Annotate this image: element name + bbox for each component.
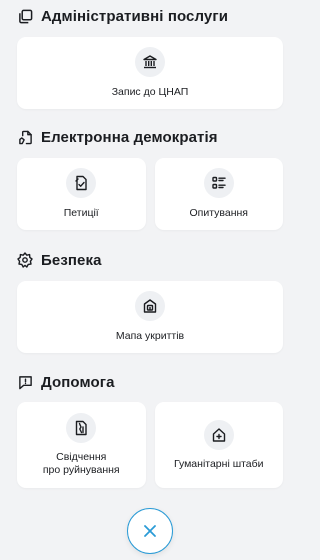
section-header: Електронна демократія xyxy=(17,126,283,148)
card-cnap-appointment[interactable]: Запис до ЦНАП xyxy=(17,37,283,109)
home-plus-icon xyxy=(203,419,234,450)
card-petitions[interactable]: Петиції xyxy=(17,158,146,230)
card-label: Запис до ЦНАП xyxy=(111,86,189,98)
chat-alert-icon xyxy=(17,374,33,390)
shelter-icon xyxy=(135,291,165,321)
card-damage-report[interactable]: Свідчення про руйнування xyxy=(17,402,146,488)
close-button[interactable] xyxy=(127,508,173,554)
card-shelter-map[interactable]: Мапа укриттів xyxy=(17,281,283,353)
section-security: Безпека Мапа укриттів xyxy=(17,249,283,353)
section-title: Адміністративні послуги xyxy=(41,7,229,25)
building-icon xyxy=(135,47,165,77)
section-help: Допомога Свідчення про руйнування Гумані… xyxy=(17,371,283,488)
badge-icon xyxy=(17,252,33,268)
card-label: Мапа укриттів xyxy=(115,330,185,342)
close-icon xyxy=(143,524,157,538)
card-humanitarian-hubs[interactable]: Гуманітарні штаби xyxy=(154,402,283,488)
section-header: Допомога xyxy=(17,371,283,393)
card-surveys[interactable]: Опитування xyxy=(154,158,283,230)
card-label: Опитування xyxy=(189,207,248,219)
survey-list-icon xyxy=(203,168,234,198)
section-header: Адміністративні послуги xyxy=(17,5,283,27)
document-hand-icon xyxy=(17,129,33,145)
damage-report-icon xyxy=(66,413,97,443)
card-label: Свідчення про руйнування xyxy=(42,451,120,476)
card-label: Петиції xyxy=(63,207,99,219)
documents-icon xyxy=(17,8,33,24)
section-header: Безпека xyxy=(17,249,283,271)
card-label: Гуманітарні штаби xyxy=(173,457,264,470)
section-e-democracy: Електронна демократія Петиції Опитування xyxy=(17,126,283,230)
section-admin-services: Адміністративні послуги Запис до ЦНАП xyxy=(17,5,283,109)
section-title: Безпека xyxy=(41,251,102,269)
section-title: Електронна демократія xyxy=(41,128,218,146)
section-title: Допомога xyxy=(41,373,115,391)
petition-icon xyxy=(66,168,97,198)
